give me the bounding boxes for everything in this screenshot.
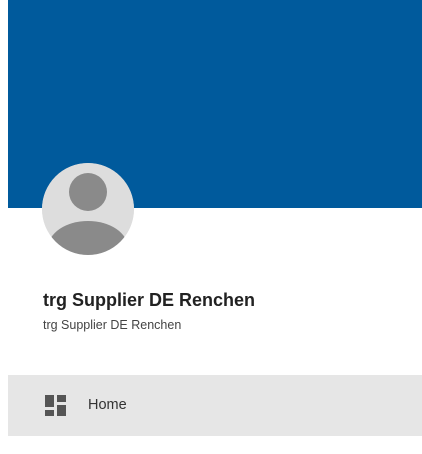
profile-name: trg Supplier DE Renchen [43, 290, 256, 310]
nav-item-label: Home [88, 397, 127, 413]
profile-subtitle: trg Supplier DE Renchen [43, 318, 182, 332]
profile-page: trg Supplier DE Renchen trg Supplier DE … [0, 0, 422, 454]
nav-item-home[interactable]: Home [8, 375, 422, 436]
user-avatar-icon [42, 163, 134, 255]
dashboard-grid-icon [45, 395, 66, 416]
